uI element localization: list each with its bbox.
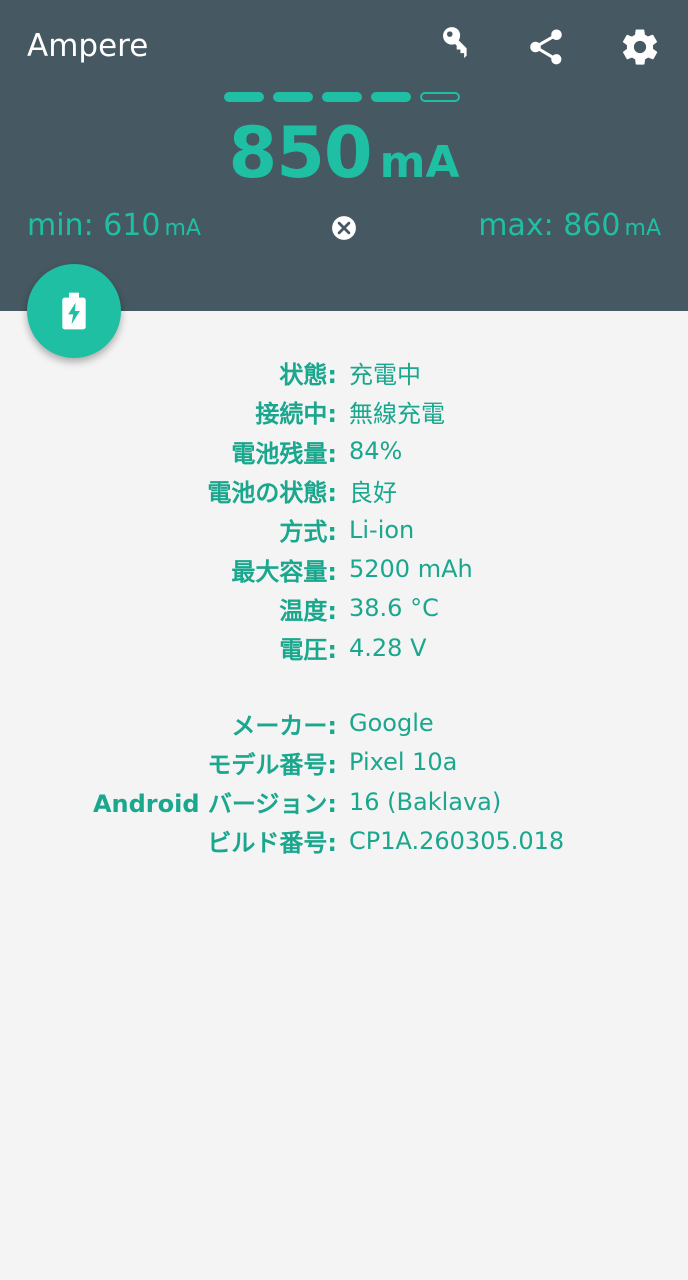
info-label: メーカー: [231, 711, 337, 740]
info-row-capacity: 最大容量: 5200 mAh [0, 549, 688, 588]
info-value: Google [349, 709, 434, 738]
info-label: ビルド番号: [207, 829, 337, 858]
settings-button[interactable] [617, 24, 663, 70]
info-row-health: 電池の状態: 良好 [0, 471, 688, 510]
info-row-level: 電池残量: 84% [0, 432, 688, 471]
level-segment [273, 92, 313, 102]
info-value: 5200 mAh [349, 555, 473, 584]
info-row-voltage: 電圧: 4.28 V [0, 628, 688, 667]
info-value: 4.28 V [349, 633, 427, 662]
reset-minmax-button[interactable] [331, 215, 357, 241]
info-value: Li-ion [349, 515, 415, 544]
share-button[interactable] [523, 24, 569, 70]
info-value: 良好 [349, 479, 397, 508]
battery-charging-icon [62, 292, 86, 330]
info-label: Android バージョン: [92, 790, 337, 819]
key-icon [443, 27, 467, 59]
gear-icon [622, 29, 658, 65]
app-header: Ampere 850 mA min: 610 mA max: 860 mA [0, 0, 688, 311]
current-level-bar [224, 92, 460, 102]
level-segment [371, 92, 411, 102]
min-unit: mA [164, 216, 201, 241]
min-value: min: 610 [27, 208, 161, 243]
min-reading: min: 610 mA [27, 208, 201, 243]
battery-fab-button[interactable] [27, 264, 121, 358]
app-title: Ampere [27, 28, 149, 64]
max-unit: mA [624, 216, 661, 241]
key-button[interactable] [430, 24, 476, 70]
info-label: 方式: [279, 518, 337, 547]
info-value: 充電中 [349, 361, 421, 390]
info-row-temperature: 温度: 38.6 °C [0, 589, 688, 628]
current-value: 850 [228, 112, 372, 194]
info-row-connection: 接続中: 無線充電 [0, 392, 688, 431]
info-label: モデル番号: [207, 750, 337, 779]
info-value: 無線充電 [349, 400, 445, 429]
info-row-model: モデル番号: Pixel 10a [0, 743, 688, 782]
level-segment-empty [420, 92, 460, 102]
max-reading: max: 860 mA [478, 208, 661, 243]
info-value: 38.6 °C [349, 594, 439, 623]
info-label: 電池残量: [231, 439, 337, 468]
info-label: 電圧: [279, 636, 337, 665]
battery-info-list: 状態: 充電中 接続中: 無線充電 電池残量: 84% 電池の状態: 良好 方式… [0, 353, 688, 861]
info-value: 84% [349, 437, 403, 466]
info-value: 16 (Baklava) [349, 787, 502, 816]
info-value: CP1A.260305.018 [349, 826, 565, 855]
info-label: 温度: [279, 596, 337, 625]
share-icon [530, 29, 562, 65]
info-row-technology: 方式: Li-ion [0, 510, 688, 549]
current-unit: mA [379, 137, 460, 188]
info-label: 接続中: [255, 400, 337, 429]
info-row-status: 状態: 充電中 [0, 353, 688, 392]
level-segment [224, 92, 264, 102]
info-row-build-number: ビルド番号: CP1A.260305.018 [0, 821, 688, 860]
max-value: max: 860 [478, 208, 621, 243]
info-label: 電池の状態: [207, 479, 337, 508]
level-segment [322, 92, 362, 102]
current-reading: 850 mA [0, 112, 688, 194]
info-value: Pixel 10a [349, 748, 458, 777]
info-label: 最大容量: [231, 557, 337, 586]
info-row-manufacturer: メーカー: Google [0, 703, 688, 742]
info-label: 状態: [279, 361, 337, 390]
info-row-android-version: Android バージョン: 16 (Baklava) [0, 782, 688, 821]
